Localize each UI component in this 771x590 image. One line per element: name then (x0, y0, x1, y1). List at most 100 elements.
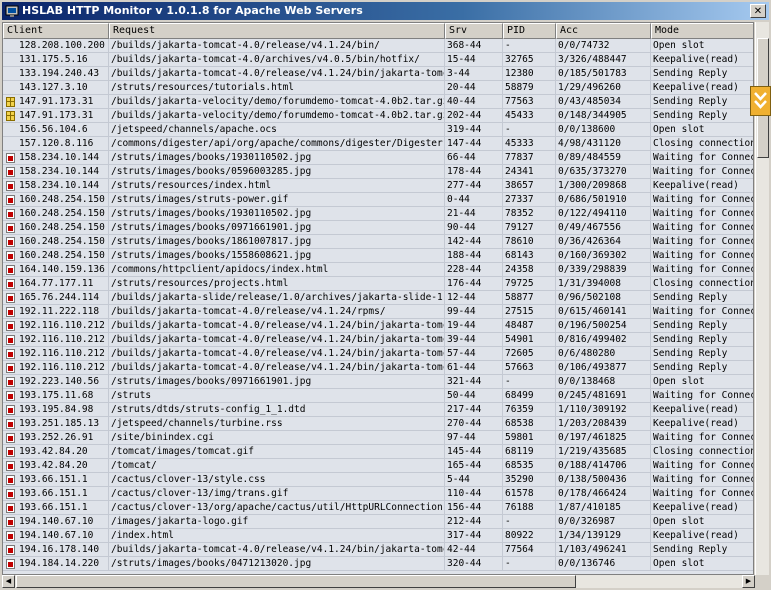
cell-srv: 142-44 (445, 235, 503, 248)
table-row[interactable]: 193.252.26.91/site/binindex.cgi 97-44 5980… (3, 431, 753, 445)
table-row[interactable]: 157.120.8.116/commons/digester/api/org/a… (3, 137, 753, 151)
table-row[interactable]: 133.194.240.43/builds/jakarta-tomcat-4.0… (3, 67, 753, 81)
table-row[interactable]: 192.116.110.212/builds/jakarta-tomcat-4.… (3, 361, 753, 375)
cell-srv: 19-44 (445, 319, 503, 332)
cell-srv: 5-44 (445, 473, 503, 486)
cell-text: 40-44 (447, 96, 476, 107)
table-row[interactable]: 193.66.151.1/cactus/clover-13/style.css 5… (3, 473, 753, 487)
cell-text: Sending Reply (653, 334, 728, 345)
cell-acc: 0/96/502108 (556, 291, 651, 304)
expand-side-panel-button[interactable] (750, 86, 771, 116)
table-row[interactable]: 158.234.10.144/struts/resources/index.ht… (3, 179, 753, 193)
table-row[interactable]: 156.56.104.6/jetspeed/channels/apache.oc… (3, 123, 753, 137)
table-row[interactable]: 160.248.254.150/struts/images/books/1558… (3, 249, 753, 263)
table-row[interactable]: 158.234.10.144/struts/images/books/05960… (3, 165, 753, 179)
table-row[interactable]: 160.248.254.150/struts/images/books/0971… (3, 221, 753, 235)
table-row[interactable]: 193.195.84.98/struts/dtds/struts-config_… (3, 403, 753, 417)
cell-text: 76359 (505, 404, 534, 415)
horizontal-scrollbar[interactable]: ◀ ▶ (2, 575, 755, 588)
table-row[interactable]: 192.116.110.212/builds/jakarta-tomcat-4.… (3, 333, 753, 347)
table-row[interactable]: 193.42.84.20/tomcat/165-44 68535 0/188/414… (3, 459, 753, 473)
table-row[interactable]: 128.208.100.200/builds/jakarta-tomcat-4.… (3, 39, 753, 53)
table-row[interactable]: 192.116.110.212/builds/jakarta-tomcat-4.… (3, 347, 753, 361)
close-button[interactable]: ✕ (750, 4, 766, 18)
cell-client: 160.248.254.150 (3, 235, 109, 248)
table-row[interactable]: 192.11.222.118/builds/jakarta-tomcat-4.0… (3, 305, 753, 319)
scroll-left-button[interactable]: ◀ (2, 575, 15, 588)
table-row[interactable]: 165.76.244.114/builds/jakarta-slide/rele… (3, 291, 753, 305)
table-row[interactable]: 158.234.10.144/struts/images/books/19301… (3, 151, 753, 165)
table-row[interactable]: 193.175.11.68/struts 50-44 68499 0/245/4816… (3, 389, 753, 403)
cell-text: 158.234.10.144 (19, 152, 100, 163)
table-row[interactable]: 147.91.173.31/builds/jakarta-velocity/de… (3, 109, 753, 123)
table-row[interactable]: 193.251.185.13/jetspeed/channels/turbine… (3, 417, 753, 431)
cell-text: /builds/jakarta-slide/release/1.0/archiv… (111, 292, 445, 303)
table-row[interactable]: 194.140.67.10/images/jakarta-logo.gif 212… (3, 515, 753, 529)
cell-acc: 0/816/499402 (556, 333, 651, 346)
cell-text: 1/31/394008 (558, 278, 621, 289)
cell-text: 157.120.8.116 (19, 138, 94, 149)
cell-mode: Waiting for Connecti (651, 487, 753, 500)
cell-text: 193.66.151.1 (19, 488, 88, 499)
table-row[interactable]: 194.140.67.10/index.html 317-44 80922 1/34/… (3, 529, 753, 543)
cell-text: Sending Reply (653, 68, 728, 79)
cell-mode: Open slot (651, 123, 753, 136)
cell-text: 0/49/467556 (558, 222, 621, 233)
table-row[interactable]: 193.42.84.20/tomcat/images/tomcat.gif 145… (3, 445, 753, 459)
column-header-acc[interactable]: Acc (556, 23, 651, 39)
cell-srv: 20-44 (445, 81, 503, 94)
cell-text: 0/185/501783 (558, 68, 627, 79)
column-header-request[interactable]: Request (109, 23, 445, 39)
title-bar[interactable]: HSLAB HTTP Monitor v 1.0.1.8 for Apache … (2, 2, 769, 20)
table-row[interactable]: 143.127.3.10/struts/resources/tutorials.… (3, 81, 753, 95)
table-row[interactable]: 194.16.178.140/builds/jakarta-tomcat-4.0… (3, 543, 753, 557)
scroll-right-button[interactable]: ▶ (742, 575, 755, 588)
document-icon (6, 503, 15, 513)
cell-pid: 80922 (503, 529, 556, 542)
cell-acc: 0/36/426364 (556, 235, 651, 248)
cell-text: 188-44 (447, 250, 482, 261)
window-title: HSLAB HTTP Monitor v 1.0.1.8 for Apache … (22, 4, 363, 17)
cell-acc: 0/0/74732 (556, 39, 651, 52)
column-header-srv[interactable]: Srv (445, 23, 503, 39)
horizontal-scroll-thumb[interactable] (16, 575, 576, 588)
cell-acc: 0/0/326987 (556, 515, 651, 528)
table-row[interactable]: 160.248.254.150/struts/images/struts-pow… (3, 193, 753, 207)
cell-acc: 0/0/138468 (556, 375, 651, 388)
table-row[interactable]: 194.184.14.220/struts/images/books/04712… (3, 557, 753, 571)
cell-client: 192.116.110.212 (3, 333, 109, 346)
cell-pid: 45333 (503, 137, 556, 150)
table-row[interactable]: 193.66.151.1/cactus/clover-13/org/apache… (3, 501, 753, 515)
table-row[interactable]: 147.91.173.31/builds/jakarta-velocity/de… (3, 95, 753, 109)
table-row[interactable]: 164.140.159.136/commons/httpclient/apido… (3, 263, 753, 277)
cell-text: /cactus/clover-13/org/apache/cactus/util… (111, 502, 445, 513)
table-row[interactable]: 164.77.177.11/struts/resources/projects.… (3, 277, 753, 291)
table-row[interactable]: 192.223.140.56/struts/images/books/09716… (3, 375, 753, 389)
cell-text: 19-44 (447, 320, 476, 331)
column-header-mode[interactable]: Mode (651, 23, 753, 39)
cell-text: Open slot (653, 124, 705, 135)
column-header-pid[interactable]: PID (503, 23, 556, 39)
cell-request: /struts/resources/projects.html (109, 277, 445, 290)
cell-request: /struts/images/books/1930110502.jpg (109, 151, 445, 164)
document-icon (6, 237, 15, 247)
cell-mode: Open slot (651, 375, 753, 388)
cell-text: 128.208.100.200 (19, 40, 105, 51)
cell-mode: Waiting for Connecti (651, 221, 753, 234)
table-row[interactable]: 192.116.110.212/builds/jakarta-tomcat-4.… (3, 319, 753, 333)
table-row[interactable]: 160.248.254.150/struts/images/books/1861… (3, 235, 753, 249)
cell-text: Sending Reply (653, 96, 728, 107)
cell-srv: 202-44 (445, 109, 503, 122)
column-header-client[interactable]: Client (3, 23, 109, 39)
cell-text: 193.252.26.91 (19, 432, 94, 443)
cell-text: 77837 (505, 152, 534, 163)
table-row[interactable]: 131.175.5.16/builds/jakarta-tomcat-4.0/a… (3, 53, 753, 67)
cell-text: 192.116.110.212 (19, 334, 105, 345)
table-row[interactable]: 193.66.151.1/cactus/clover-13/img/trans.… (3, 487, 753, 501)
cell-text: - (505, 124, 511, 135)
cell-text: 193.42.84.20 (19, 446, 88, 457)
table-row[interactable]: 160.248.254.150/struts/images/books/1930… (3, 207, 753, 221)
cell-text: 165.76.244.114 (19, 292, 100, 303)
cell-text: Sending Reply (653, 544, 728, 555)
cell-pid: 58877 (503, 291, 556, 304)
